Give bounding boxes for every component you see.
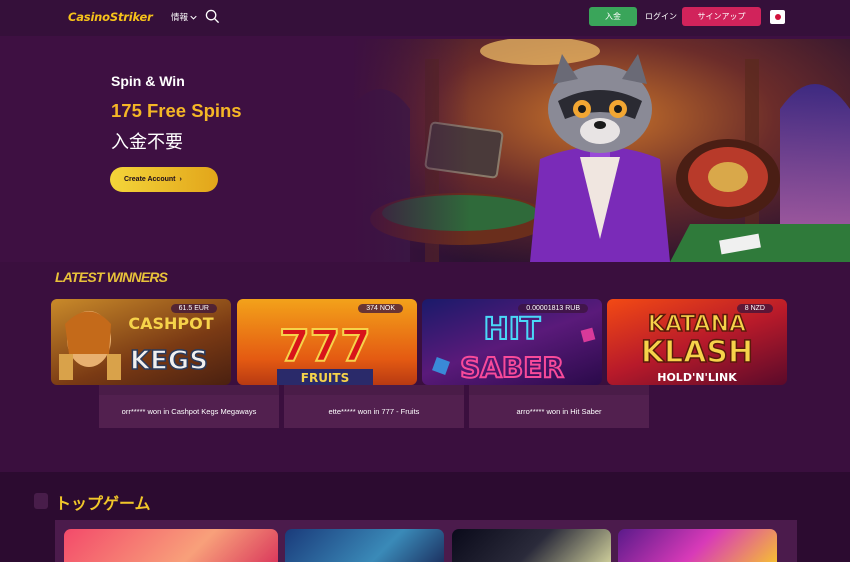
chevron-down-icon: [190, 15, 197, 20]
japan-flag-icon[interactable]: [770, 10, 785, 24]
game-tile[interactable]: [618, 529, 777, 562]
winner-caption: orr***** won in Cashpot Kegs Megaways: [99, 395, 279, 428]
hero-subtitle: Spin & Win: [111, 73, 185, 89]
info-menu[interactable]: 情報: [171, 11, 197, 23]
hero-title: 175 Free Spins: [111, 100, 242, 121]
hero-fade: [350, 39, 470, 262]
tile-art-text: SABER: [460, 351, 564, 384]
game-tile[interactable]: [285, 529, 444, 562]
trophy-icon: [34, 493, 48, 509]
svg-text:CASHPOT: CASHPOT: [128, 314, 213, 333]
svg-text:FRUITS: FRUITS: [301, 371, 349, 385]
svg-text:HIT: HIT: [484, 312, 541, 347]
tile-art-text: KLASH: [641, 335, 753, 370]
game-tile[interactable]: [452, 529, 611, 562]
amount-badge: 374 NOK: [358, 304, 403, 313]
winner-caption: ette***** won in 777 - Fruits: [284, 395, 464, 428]
amount-badge: 8 NZD: [736, 304, 773, 313]
create-account-label: Create Account: [124, 176, 176, 183]
tile-art-text: KEGS: [130, 346, 208, 376]
hero-note: 入金不要: [111, 132, 183, 152]
game-tile[interactable]: [64, 529, 278, 562]
latest-winners-title: LATEST WINNERS: [55, 269, 168, 285]
search-icon[interactable]: [205, 9, 220, 24]
chevron-right-icon: ›: [179, 176, 182, 183]
login-button[interactable]: ログイン: [645, 11, 677, 22]
svg-text:HOLD'N'LINK: HOLD'N'LINK: [657, 371, 737, 384]
info-menu-label: 情報: [171, 12, 189, 22]
winner-tile[interactable]: 777 FRUITS 374 NOK: [237, 299, 417, 385]
svg-text:KATANA: KATANA: [648, 312, 746, 337]
logo[interactable]: CasinoStriker: [68, 10, 153, 24]
signup-button[interactable]: サインアップ: [682, 7, 761, 26]
winner-caption: arro***** won in Hit Saber: [469, 395, 649, 428]
deposit-button[interactable]: 入金: [589, 7, 637, 26]
winner-tile[interactable]: HIT SABER 0.00001813 RUB: [422, 299, 602, 385]
winner-strip: [99, 385, 279, 395]
winner-strip: [284, 385, 464, 395]
top-games-title: トップゲーム: [55, 496, 151, 513]
amount-badge: 0.00001813 RUB: [518, 304, 588, 313]
winner-tile[interactable]: CASHPOT KEGS 61.5 EUR: [51, 299, 231, 385]
hero-banner: Spin & Win 175 Free Spins 入金不要 Create Ac…: [0, 36, 850, 262]
create-account-button[interactable]: Create Account ›: [110, 167, 218, 192]
header: CasinoStriker 情報 入金 ログイン サインアップ: [0, 0, 850, 36]
amount-badge: 61.5 EUR: [170, 304, 217, 313]
winner-tile[interactable]: KATANA KLASH HOLD'N'LINK 8 NZD: [607, 299, 787, 385]
tile-art-text: 777: [279, 321, 371, 372]
winner-strip: [469, 385, 649, 395]
